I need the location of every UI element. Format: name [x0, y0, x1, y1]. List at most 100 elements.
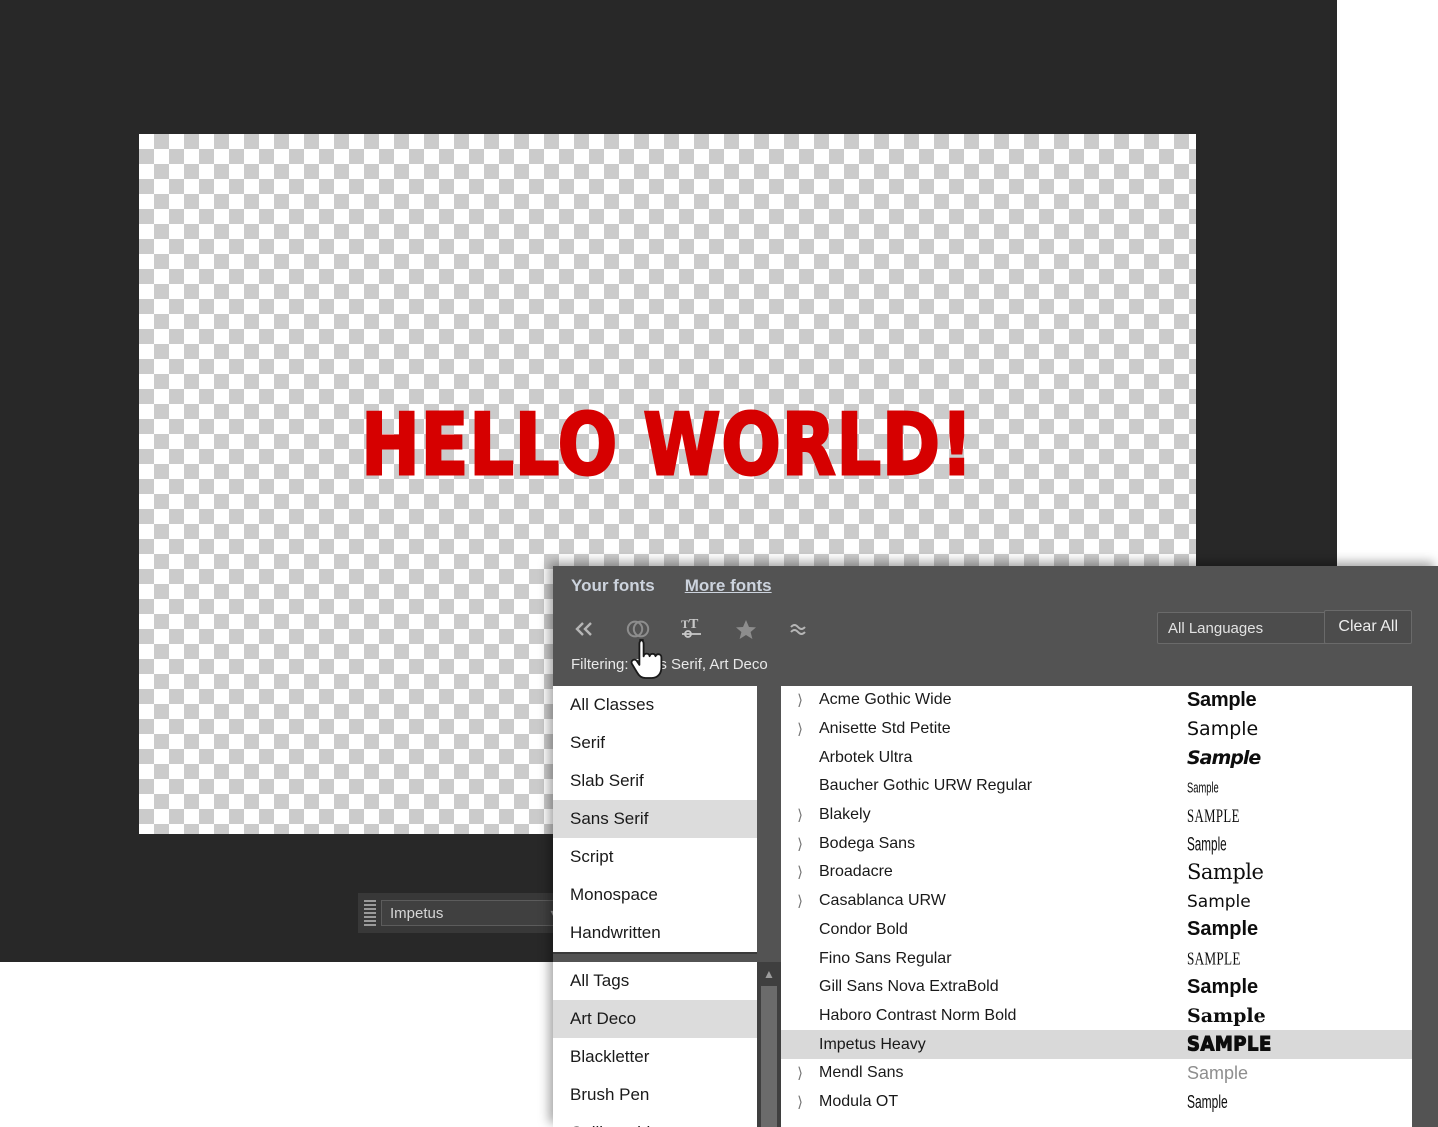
- chevron-up-icon[interactable]: ▲: [757, 966, 781, 982]
- font-sample-preview: Sample: [1187, 1091, 1412, 1114]
- font-name: Casablanca URW: [819, 892, 946, 910]
- font-name: Arbotek Ultra: [819, 748, 913, 766]
- font-panel-tabs: Your fonts More fonts: [571, 576, 772, 596]
- dropdown-item[interactable]: Sans Serif: [553, 800, 757, 838]
- font-name: Baucher Gothic URW Regular: [819, 777, 1033, 795]
- font-sample-preview: Sample: [1187, 833, 1412, 856]
- tab-your-fonts[interactable]: Your fonts: [571, 576, 655, 596]
- expand-chevron-icon[interactable]: ⟩: [781, 806, 819, 824]
- font-sample-preview: SAMPLE: [1187, 1032, 1412, 1057]
- font-name: Modula OT: [819, 1092, 899, 1110]
- expand-chevron-icon[interactable]: ⟩: [781, 691, 819, 709]
- font-tags-dropdown[interactable]: All TagsArt DecoBlackletterBrush PenCall…: [553, 962, 757, 1127]
- svg-text:T: T: [689, 617, 699, 632]
- font-list-row[interactable]: ⟩ Bodega Sans Sample: [781, 829, 1412, 858]
- font-list-row[interactable]: Impetus Heavy SAMPLE: [781, 1030, 1412, 1059]
- dropdown-item[interactable]: All Tags: [553, 962, 757, 1000]
- font-name: Bodega Sans: [819, 834, 916, 852]
- font-sample-preview: SAMPLE: [1187, 948, 1412, 969]
- font-list[interactable]: ⟩ Acme Gothic Wide Sample ⟩ Anisette Std Pet…: [781, 686, 1412, 1127]
- font-sample-preview: Sample: [1187, 860, 1412, 884]
- filter-status-text: Filtering: Sans Serif, Art Deco: [571, 656, 768, 673]
- canvas-text-layer[interactable]: HELLO WORLD!: [155, 401, 1180, 489]
- font-sample-preview: Sample: [1187, 718, 1412, 740]
- grip-handle-icon[interactable]: [364, 900, 376, 926]
- font-sample-text: SAMPLE: [1187, 950, 1241, 970]
- font-list-row[interactable]: Condor Bold Sample: [781, 916, 1412, 945]
- language-select-value: All Languages: [1168, 619, 1264, 637]
- font-list-row[interactable]: ⟩ Mendl Sans Sample: [781, 1059, 1412, 1088]
- font-name: Anisette Std Petite: [819, 720, 951, 738]
- dropdown-item[interactable]: Handwritten: [553, 914, 757, 952]
- font-name: Impetus Heavy: [819, 1035, 926, 1053]
- language-select[interactable]: All Languages ▾: [1157, 612, 1347, 644]
- font-sample-preview: Sample: [1187, 1005, 1412, 1027]
- font-name: Gill Sans Nova ExtraBold: [819, 978, 999, 996]
- font-filter-toolbar: T T: [571, 614, 813, 644]
- expand-chevron-icon[interactable]: ⟩: [781, 1064, 819, 1082]
- font-sample-text: Sample: [1187, 833, 1227, 856]
- font-sample-text: Sample: [1187, 1092, 1228, 1114]
- font-sample-text: SAMPLE: [1187, 1032, 1272, 1057]
- tags-scrollbar[interactable]: ▲: [757, 962, 781, 1127]
- font-sample-preview: Sample: [1187, 689, 1412, 712]
- font-list-row[interactable]: ⟩ Blakely SAMPLE: [781, 801, 1412, 830]
- expand-chevron-icon[interactable]: ⟩: [781, 863, 819, 881]
- font-class-filter-icon[interactable]: T T: [679, 616, 705, 642]
- font-list-row[interactable]: ⟩ Anisette Std Petite Sample: [781, 715, 1412, 744]
- dropdown-item[interactable]: Calligraphic: [553, 1114, 757, 1127]
- font-sample-text: Sample: [1187, 778, 1219, 797]
- font-sample-text: SAMPLE: [1187, 806, 1240, 827]
- font-family-value: Impetus: [390, 904, 444, 922]
- font-list-row[interactable]: Arbotek Ultra Sample: [781, 743, 1412, 772]
- dropdown-item[interactable]: Script: [553, 838, 757, 876]
- expand-chevron-icon[interactable]: ⟩: [781, 1093, 819, 1111]
- favorites-star-icon[interactable]: [733, 616, 759, 642]
- font-list-row[interactable]: Fino Sans Regular SAMPLE: [781, 944, 1412, 973]
- font-sample-preview: Sample: [1187, 976, 1412, 999]
- tab-more-fonts[interactable]: More fonts: [685, 576, 772, 596]
- font-name: Mendl Sans: [819, 1064, 904, 1082]
- collapse-left-icon[interactable]: [571, 616, 597, 642]
- expand-chevron-icon[interactable]: ⟩: [781, 720, 819, 738]
- dropdown-item[interactable]: Slab Serif: [553, 762, 757, 800]
- font-name: Acme Gothic Wide: [819, 691, 952, 709]
- font-list-row[interactable]: Baucher Gothic URW Regular Sample: [781, 772, 1412, 801]
- font-sample-text: Sample: [1187, 1004, 1266, 1027]
- clear-all-label: Clear All: [1338, 618, 1398, 635]
- font-classes-dropdown[interactable]: All Classes Serif Slab Serif Sans Serif Scri…: [553, 686, 757, 954]
- font-list-row[interactable]: ⟩ Casablanca URW Sample: [781, 887, 1412, 916]
- font-list-row[interactable]: Haboro Contrast Norm Bold Sample: [781, 1002, 1412, 1031]
- creative-cloud-icon[interactable]: [625, 616, 651, 642]
- dropdown-item[interactable]: Serif: [553, 724, 757, 762]
- font-name: Fino Sans Regular: [819, 949, 952, 967]
- font-sample-text: Sample: [1187, 918, 1259, 941]
- dropdown-item[interactable]: Monospace: [553, 876, 757, 914]
- dropdown-item[interactable]: Brush Pen: [553, 1076, 757, 1114]
- scrollbar-thumb[interactable]: [761, 986, 777, 1127]
- font-sample-text: Sample: [1187, 688, 1257, 711]
- expand-chevron-icon[interactable]: ⟩: [781, 835, 819, 853]
- svg-text:T: T: [681, 617, 689, 631]
- font-list-row[interactable]: ⟩ Acme Gothic Wide Sample: [781, 686, 1412, 715]
- font-name: Haboro Contrast Norm Bold: [819, 1006, 1017, 1024]
- font-list-row[interactable]: Gill Sans Nova ExtraBold Sample: [781, 973, 1412, 1002]
- dropdown-item[interactable]: Art Deco: [553, 1000, 757, 1038]
- font-sample-preview: Sample: [1187, 776, 1412, 797]
- dropdown-item[interactable]: All Classes: [553, 686, 757, 724]
- expand-chevron-icon[interactable]: ⟩: [781, 892, 819, 910]
- font-name: Condor Bold: [819, 920, 908, 938]
- font-sample-text: Sample: [1187, 891, 1251, 912]
- font-sample-preview: Sample: [1187, 918, 1412, 941]
- dropdown-item[interactable]: Blackletter: [553, 1038, 757, 1076]
- clear-all-button[interactable]: Clear All: [1324, 610, 1412, 644]
- font-list-row[interactable]: ⟩ Broadacre Sample: [781, 858, 1412, 887]
- font-list-row[interactable]: ⟩ Modula OT Sample: [781, 1088, 1412, 1117]
- font-name: Broadacre: [819, 863, 893, 881]
- similar-fonts-icon[interactable]: [787, 616, 813, 642]
- font-sample-preview: SAMPLE: [1187, 805, 1412, 826]
- font-family-select[interactable]: Impetus ▾: [381, 900, 563, 926]
- options-bar: Impetus ▾: [358, 893, 563, 933]
- font-sample-text: Sample: [1187, 746, 1261, 769]
- font-sample-text: Sample: [1187, 860, 1264, 885]
